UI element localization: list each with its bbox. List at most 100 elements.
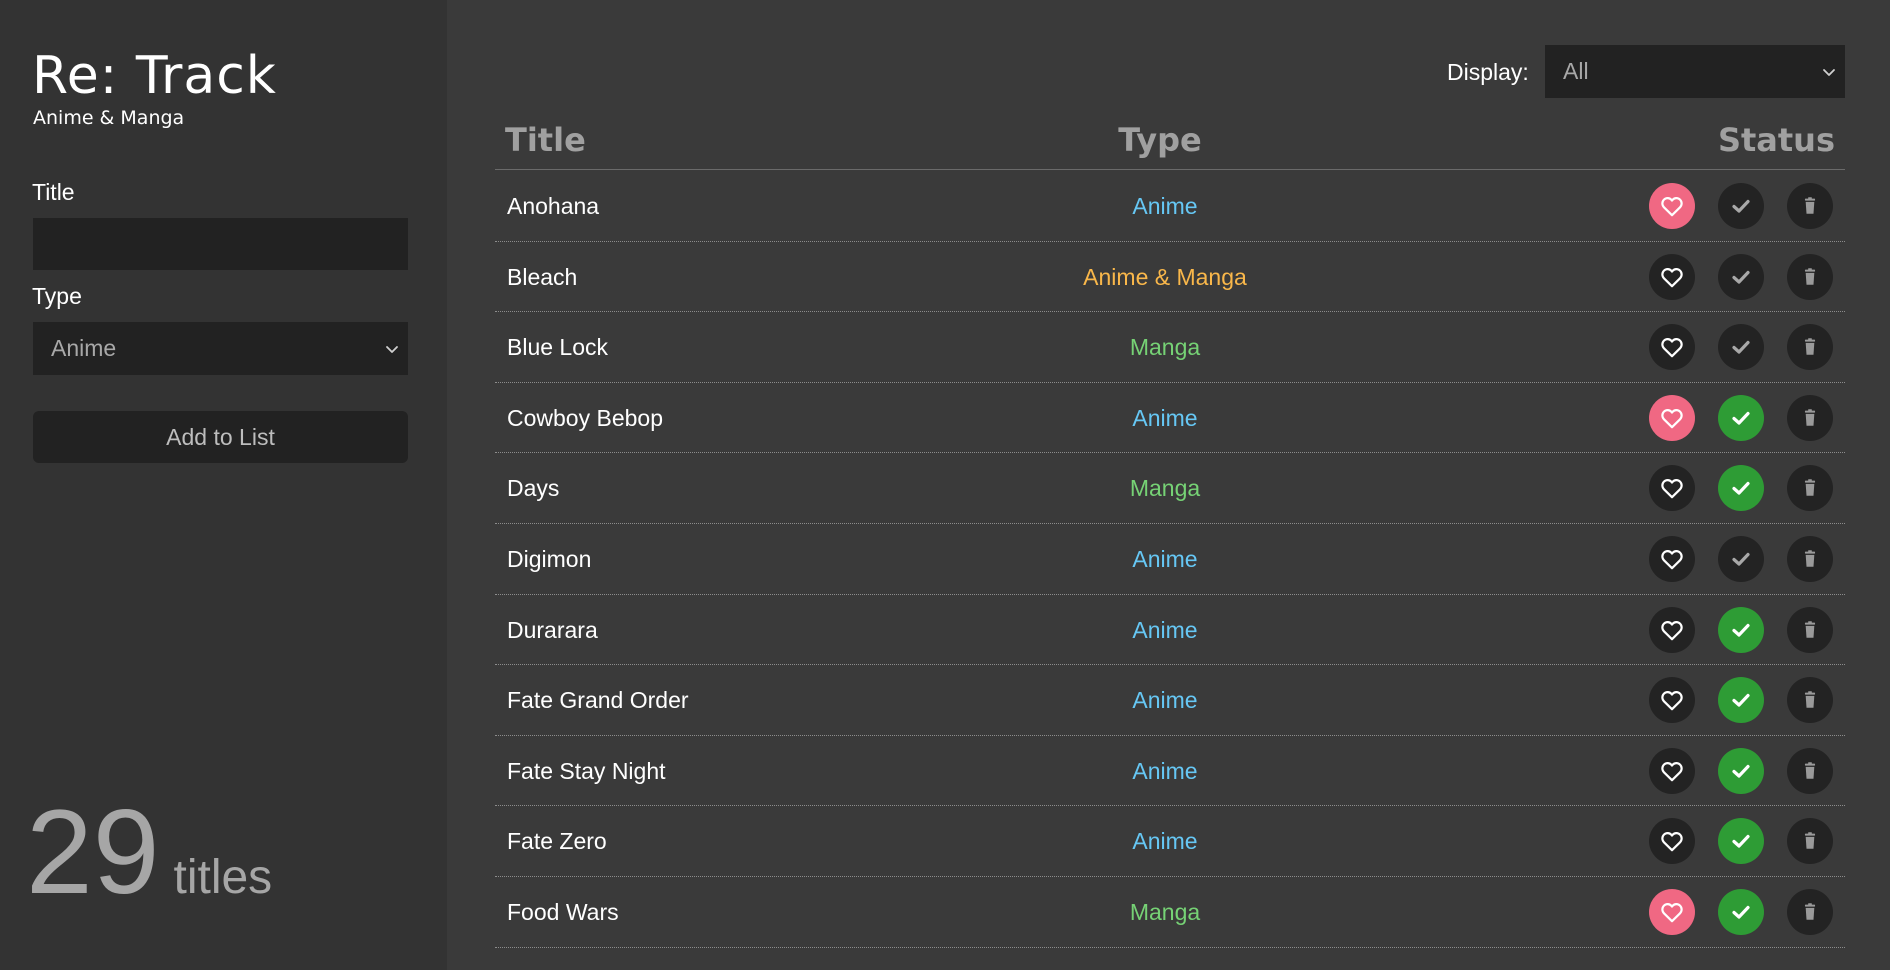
table-row: Blue Lock Manga <box>495 312 1845 383</box>
display-filter-select[interactable]: All <box>1545 45 1845 98</box>
delete-button[interactable] <box>1787 535 1833 582</box>
trash-icon <box>1804 761 1816 779</box>
check-icon <box>1732 270 1750 284</box>
delete-button[interactable] <box>1787 183 1833 229</box>
row-type: Anime <box>1132 616 1198 643</box>
display-filter-label: Display: <box>1447 59 1529 85</box>
heart-icon <box>1661 408 1683 429</box>
chevron-down-icon <box>1823 68 1835 76</box>
table-row: Food Wars Manga <box>495 877 1845 948</box>
favorite-button[interactable] <box>1649 183 1695 229</box>
row-title: Fate Grand Order <box>507 687 689 714</box>
delete-button[interactable] <box>1787 747 1833 794</box>
row-title: Anohana <box>507 193 600 219</box>
heart-icon <box>1661 479 1683 499</box>
completed-button[interactable] <box>1718 888 1764 935</box>
row-type: Manga <box>1129 334 1201 361</box>
title-count: 29 titles <box>26 792 272 912</box>
app-subtitle: Anime & Manga <box>33 107 185 129</box>
table-row: Fate Zero Anime <box>495 806 1845 877</box>
check-icon <box>1732 341 1750 354</box>
row-type: Anime <box>1132 545 1198 572</box>
favorite-button[interactable] <box>1649 324 1695 371</box>
row-type: Anime <box>1132 828 1198 855</box>
trash-icon <box>1804 479 1816 497</box>
delete-button[interactable] <box>1787 818 1833 865</box>
favorite-button[interactable] <box>1649 394 1695 441</box>
check-icon <box>1732 623 1750 637</box>
trash-icon <box>1804 338 1816 355</box>
title-input[interactable] <box>33 218 408 270</box>
heart-icon <box>1661 761 1683 782</box>
type-field-label: Type <box>32 283 82 309</box>
favorite-button[interactable] <box>1649 818 1695 865</box>
heart-icon <box>1661 620 1683 640</box>
heart-icon <box>1661 832 1683 852</box>
favorite-button[interactable] <box>1649 465 1695 512</box>
check-icon <box>1732 835 1750 848</box>
favorite-button[interactable] <box>1649 535 1695 582</box>
heart-icon <box>1661 267 1683 287</box>
favorite-button[interactable] <box>1649 747 1695 794</box>
row-title: Cowboy Bebop <box>507 404 663 431</box>
heart-icon <box>1661 902 1683 923</box>
row-title: Blue Lock <box>507 334 609 361</box>
row-title: Fate Zero <box>507 828 607 855</box>
app-title: Re: Track <box>32 46 277 106</box>
completed-button[interactable] <box>1718 394 1764 441</box>
heart-icon <box>1661 197 1683 217</box>
display-filter-value: All <box>1563 58 1589 84</box>
row-title: Digimon <box>507 545 592 572</box>
table-row: Digimon Anime <box>495 524 1845 595</box>
favorite-button[interactable] <box>1649 888 1695 935</box>
completed-button[interactable] <box>1718 535 1764 582</box>
delete-button[interactable] <box>1787 677 1833 724</box>
favorite-button[interactable] <box>1649 253 1695 300</box>
row-title: Bleach <box>507 263 578 290</box>
trash-icon <box>1804 832 1816 850</box>
heart-icon <box>1661 691 1683 711</box>
check-icon <box>1732 482 1750 495</box>
table-header: Type Title Status <box>495 116 1845 170</box>
row-title: Fate Stay Night <box>507 757 666 784</box>
table-row: Cowboy Bebop Anime <box>495 383 1845 454</box>
add-to-list-button[interactable]: Add to List <box>33 411 408 463</box>
trash-icon <box>1804 408 1816 426</box>
trash-icon <box>1804 620 1816 638</box>
delete-button[interactable] <box>1787 253 1833 300</box>
delete-button[interactable] <box>1787 394 1833 441</box>
completed-button[interactable] <box>1718 253 1764 300</box>
delete-button[interactable] <box>1787 465 1833 512</box>
delete-button[interactable] <box>1787 324 1833 371</box>
type-select[interactable]: Anime <box>33 322 408 375</box>
favorite-button[interactable] <box>1649 677 1695 724</box>
table-row: Durarara Anime <box>495 595 1845 666</box>
table-row: Fate Grand Order Anime <box>495 665 1845 736</box>
trash-icon <box>1804 691 1816 708</box>
completed-button[interactable] <box>1718 606 1764 653</box>
title-count-number: 29 <box>26 785 160 919</box>
completed-button[interactable] <box>1718 677 1764 724</box>
title-field-label: Title <box>32 179 75 205</box>
check-icon <box>1732 199 1750 213</box>
table-row: Bleach Anime & Manga <box>495 242 1845 313</box>
completed-button[interactable] <box>1718 465 1764 512</box>
delete-button[interactable] <box>1787 606 1833 653</box>
row-type: Manga <box>1129 898 1201 925</box>
row-type: Anime & Manga <box>1083 263 1247 290</box>
completed-button[interactable] <box>1718 747 1764 794</box>
row-title: Durarara <box>507 616 598 643</box>
sidebar: Re: Track Anime & Manga Title Type Anime… <box>0 0 447 970</box>
title-count-label: titles <box>173 851 273 904</box>
heart-icon <box>1661 338 1683 358</box>
favorite-button[interactable] <box>1649 606 1695 653</box>
trash-icon <box>1804 903 1816 920</box>
check-icon <box>1732 905 1750 919</box>
check-icon <box>1732 411 1750 425</box>
completed-button[interactable] <box>1718 183 1764 229</box>
delete-button[interactable] <box>1787 888 1833 935</box>
completed-button[interactable] <box>1718 324 1764 371</box>
row-title: Days <box>507 475 560 502</box>
table-row: Anohana Anime <box>495 171 1845 242</box>
completed-button[interactable] <box>1718 818 1764 865</box>
